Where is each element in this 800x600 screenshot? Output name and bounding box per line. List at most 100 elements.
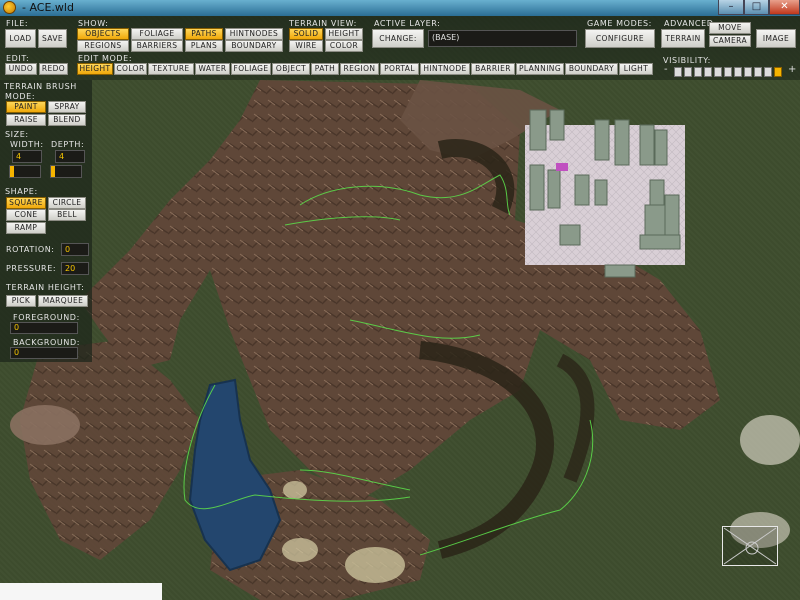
visibility-decrease[interactable]: -	[664, 65, 668, 75]
load-button[interactable]: LOAD	[5, 29, 36, 48]
edit-mode-object[interactable]: OBJECT	[272, 63, 310, 75]
title-bar: - ACE.wld – □ ✕	[0, 0, 800, 16]
visibility-increase[interactable]: +	[788, 65, 796, 75]
terrain-view-wire[interactable]: WIRE	[289, 40, 323, 52]
slider-knob[interactable]	[10, 166, 14, 177]
close-button[interactable]: ✕	[769, 0, 800, 15]
brush-mode-spray[interactable]: SPRAY	[48, 101, 86, 113]
advanced-terrain-button[interactable]: TERRAIN	[661, 29, 705, 48]
camera-viewport-indicator[interactable]	[722, 526, 778, 566]
depth-label: DEPTH:	[51, 140, 85, 149]
visibility-segment[interactable]	[694, 67, 702, 77]
brush-depth-field[interactable]: 4	[55, 150, 85, 163]
edit-label: EDIT:	[6, 54, 30, 63]
edit-mode-portal[interactable]: PORTAL	[380, 63, 419, 75]
edit-mode-region[interactable]: REGION	[340, 63, 379, 75]
save-button[interactable]: SAVE	[38, 29, 67, 48]
edit-mode-path[interactable]: PATH	[311, 63, 339, 75]
visibility-segment[interactable]	[724, 67, 732, 77]
undo-button[interactable]: UNDO	[5, 63, 37, 75]
slider-knob[interactable]	[51, 166, 55, 177]
visibility-segment[interactable]	[774, 67, 782, 77]
background-label: BACKGROUND:	[13, 338, 81, 347]
brush-depth-slider[interactable]	[50, 165, 82, 178]
terrain-viewport[interactable]	[0, 16, 800, 600]
redo-button[interactable]: REDO	[39, 63, 68, 75]
file-label: FILE:	[6, 19, 29, 28]
visibility-segment[interactable]	[744, 67, 752, 77]
terrain-view-height[interactable]: HEIGHT	[325, 28, 363, 40]
shape-square[interactable]: SQUARE	[6, 197, 46, 209]
shape-ramp[interactable]: RAMP	[6, 222, 46, 234]
brush-width-slider[interactable]	[9, 165, 41, 178]
active-layer-field[interactable]: (BASE)	[428, 30, 577, 47]
visibility-segment[interactable]	[674, 67, 682, 77]
rotation-field[interactable]: 0	[61, 243, 89, 256]
edit-mode-hintnode[interactable]: HINTNODE	[420, 63, 470, 75]
edit-mode-boundary[interactable]: BOUNDARY	[565, 63, 618, 75]
shape-circle[interactable]: CIRCLE	[48, 197, 86, 209]
minimize-button[interactable]: –	[718, 0, 744, 15]
visibility-segment[interactable]	[684, 67, 692, 77]
edit-mode-barrier[interactable]: BARRIER	[471, 63, 515, 75]
terrain-height-label: TERRAIN HEIGHT:	[6, 283, 85, 292]
terrain-view-label: TERRAIN VIEW:	[289, 19, 357, 28]
background-field[interactable]: 0	[10, 347, 78, 359]
shape-cone[interactable]: CONE	[6, 209, 46, 221]
visibility-segment[interactable]	[734, 67, 742, 77]
show-label: SHOW:	[78, 19, 109, 28]
pressure-field[interactable]: 20	[61, 262, 89, 275]
pick-button[interactable]: PICK	[6, 295, 36, 307]
shape-bell[interactable]: BELL	[48, 209, 86, 221]
brush-mode-blend[interactable]: BLEND	[48, 114, 86, 126]
marquee-button[interactable]: MARQUEE	[38, 295, 88, 307]
show-plans-toggle[interactable]: PLANS	[185, 40, 223, 52]
visibility-segment[interactable]	[764, 67, 772, 77]
show-boundary-toggle[interactable]: BOUNDARY	[225, 40, 283, 52]
move-button[interactable]: MOVE	[709, 22, 751, 34]
terrain-view-solid[interactable]: SOLID	[289, 28, 323, 40]
camera-button[interactable]: CAMERA	[709, 35, 751, 47]
brush-mode-raise[interactable]: RAISE	[6, 114, 46, 126]
foreground-label: FOREGROUND:	[13, 313, 80, 322]
show-hintnodes-toggle[interactable]: HINTNODES	[225, 28, 283, 40]
image-button[interactable]: IMAGE	[756, 29, 796, 48]
edit-mode-planning[interactable]: PLANNING	[516, 63, 564, 75]
size-label: SIZE:	[5, 130, 29, 139]
rotation-label: ROTATION:	[6, 245, 55, 254]
show-paths-toggle[interactable]: PATHS	[185, 28, 223, 40]
sand-patch	[283, 481, 307, 499]
maximize-button[interactable]: □	[744, 0, 769, 15]
terrain-view-color[interactable]: COLOR	[325, 40, 363, 52]
terrain-render	[10, 60, 800, 600]
shape-label: SHAPE:	[5, 187, 38, 196]
brush-width-field[interactable]: 4	[12, 150, 42, 163]
visibility-label: VISIBILITY:	[663, 56, 711, 65]
show-foliage-toggle[interactable]: FOLIAGE	[131, 28, 183, 40]
visibility-segment[interactable]	[754, 67, 762, 77]
edit-mode-texture[interactable]: TEXTURE	[148, 63, 194, 75]
visibility-segment[interactable]	[714, 67, 722, 77]
show-barriers-toggle[interactable]: BARRIERS	[131, 40, 183, 52]
wood-logs	[10, 405, 80, 445]
edit-mode-light[interactable]: LIGHT	[619, 63, 653, 75]
width-label: WIDTH:	[10, 140, 44, 149]
edit-mode-water[interactable]: WATER	[195, 63, 230, 75]
sand-patch	[282, 538, 318, 562]
edit-mode-height[interactable]: HEIGHT	[77, 63, 113, 75]
edit-mode-foliage[interactable]: FOLIAGE	[231, 63, 271, 75]
edit-mode-color[interactable]: COLOR	[114, 63, 147, 75]
edit-mode-label: EDIT MODE:	[78, 54, 133, 63]
change-layer-button[interactable]: CHANGE:	[372, 29, 424, 48]
base-marker	[556, 163, 568, 171]
sand-patch	[345, 547, 405, 583]
configure-button[interactable]: CONFIGURE	[585, 29, 655, 48]
show-objects-toggle[interactable]: OBJECTS	[77, 28, 129, 40]
show-regions-toggle[interactable]: REGIONS	[77, 40, 129, 52]
visibility-segment[interactable]	[704, 67, 712, 77]
pressure-label: PRESSURE:	[6, 264, 57, 273]
active-layer-label: ACTIVE LAYER:	[374, 19, 441, 28]
brush-mode-paint[interactable]: PAINT	[6, 101, 46, 113]
foreground-field[interactable]: 0	[10, 322, 78, 334]
mode-label: MODE:	[5, 92, 36, 101]
